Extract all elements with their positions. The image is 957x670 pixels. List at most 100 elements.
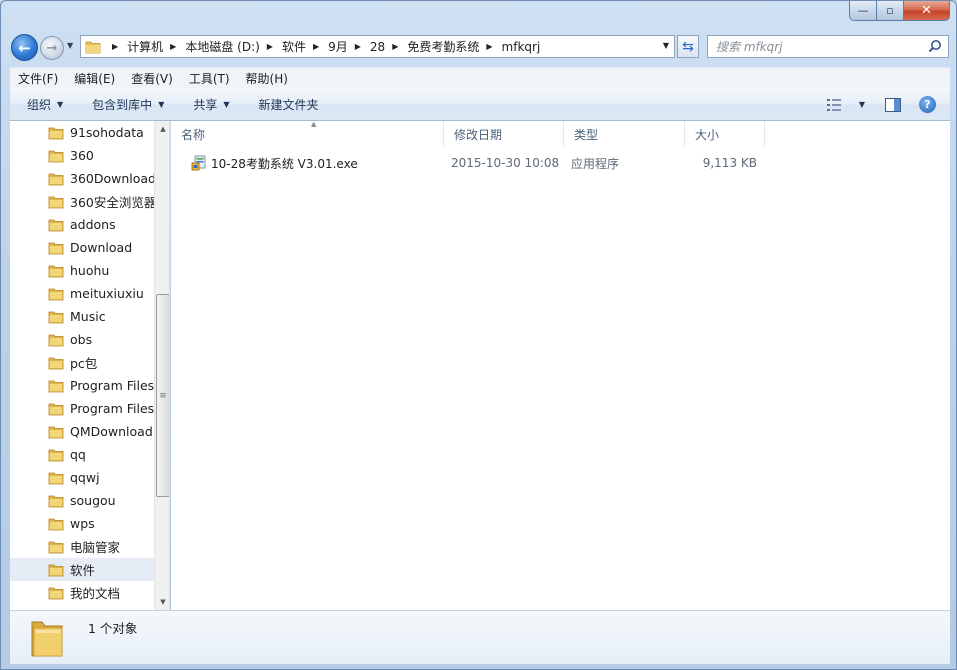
folder-icon <box>48 311 64 323</box>
minimize-button[interactable]: — <box>849 1 877 21</box>
scroll-down-arrow-icon[interactable]: ▼ <box>155 594 169 610</box>
column-header-size[interactable]: 大小 <box>685 121 765 147</box>
tree-folder-label: pc包 <box>70 356 98 371</box>
column-header-type-label: 类型 <box>574 127 599 142</box>
search-input[interactable]: 搜索 mfkqrj <box>707 35 949 58</box>
folder-icon <box>48 541 64 553</box>
menu-view[interactable]: 查看(V) <box>123 70 181 87</box>
item-count: 1 个对象 <box>88 621 138 636</box>
folder-icon <box>48 564 64 576</box>
menu-tools[interactable]: 工具(T) <box>181 70 238 87</box>
menu-bar: 文件(F) 编辑(E) 查看(V) 工具(T) 帮助(H) <box>10 67 950 88</box>
breadcrumb-28[interactable]: 28 <box>370 40 385 54</box>
breadcrumb-separator[interactable]: ▶ <box>170 42 176 51</box>
tree-folder-item[interactable]: Download <box>10 236 154 259</box>
breadcrumb-separator[interactable]: ▶ <box>313 42 319 51</box>
tree-folder-label: obs <box>70 332 93 347</box>
breadcrumb-software[interactable]: 软件 <box>282 38 306 55</box>
share-label: 共享 <box>193 97 218 112</box>
chevron-down-icon: ▼ <box>57 99 64 109</box>
breadcrumb-mfkqrj[interactable]: mfkqrj <box>502 40 541 54</box>
breadcrumb-computer[interactable]: 计算机 <box>127 38 163 55</box>
folder-icon <box>48 219 64 231</box>
tree-folder-item[interactable]: 360安全浏览器 <box>10 190 154 213</box>
view-dropdown-chevron-icon[interactable]: ▼ <box>859 100 865 109</box>
breadcrumb-separator[interactable]: ▶ <box>355 42 361 51</box>
menu-edit[interactable]: 编辑(E) <box>66 70 123 87</box>
menu-file[interactable]: 文件(F) <box>10 70 66 87</box>
tree-folder-item[interactable]: Program Files <box>10 397 154 420</box>
address-bar[interactable]: ▶ 计算机 ▶ 本地磁盘 (D:) ▶ 软件 ▶ 9月 ▶ 28 ▶ 免费考勤系… <box>80 35 675 58</box>
folder-icon <box>48 587 64 599</box>
tree-folder-item[interactable]: meituxiuxiu <box>10 282 154 305</box>
breadcrumb-separator[interactable]: ▶ <box>392 42 398 51</box>
scrollbar-thumb[interactable]: ≡ <box>156 294 169 497</box>
tree-folder-item[interactable]: 91sohodata <box>10 121 154 144</box>
close-button[interactable]: ✕ <box>904 1 950 21</box>
tree-folder-item[interactable]: huohu <box>10 259 154 282</box>
breadcrumb-september[interactable]: 9月 <box>328 38 348 55</box>
tree-folder-item[interactable]: 360Downloads <box>10 167 154 190</box>
column-header-type[interactable]: 类型 <box>564 121 685 147</box>
tree-folder-item[interactable]: Music <box>10 305 154 328</box>
breadcrumb-separator[interactable]: ▶ <box>112 42 118 51</box>
navigation-scrollbar[interactable]: ▲ ≡ ▼ <box>154 121 169 610</box>
maximize-button[interactable]: ▫ <box>877 1 904 21</box>
arrow-right-icon: → <box>46 40 58 56</box>
details-pane: 1 个对象 <box>10 610 950 664</box>
tree-folder-item[interactable]: 软件 <box>10 558 154 581</box>
scroll-up-arrow-icon[interactable]: ▲ <box>155 121 169 137</box>
column-header-size-label: 大小 <box>695 127 720 142</box>
refresh-button[interactable]: ⇆ <box>677 35 699 58</box>
refresh-icon: ⇆ <box>682 38 694 55</box>
breadcrumb-drive-d[interactable]: 本地磁盘 (D:) <box>185 38 259 55</box>
tree-folder-label: Program Files <box>70 378 154 393</box>
tree-folder-label: wps <box>70 516 95 531</box>
recent-pages-dropdown[interactable]: ▼ <box>67 41 73 50</box>
tree-folder-item[interactable]: QMDownload <box>10 420 154 443</box>
tree-folder-item[interactable]: qq <box>10 443 154 466</box>
tree-folder-item[interactable]: 360 <box>10 144 154 167</box>
tree-folder-label: 360 <box>70 148 94 163</box>
tree-folder-label: huohu <box>70 263 110 278</box>
breadcrumb-separator[interactable]: ▶ <box>486 42 492 51</box>
tree-folder-item[interactable]: wps <box>10 512 154 535</box>
column-header-modified-label: 修改日期 <box>454 127 503 142</box>
tree-folder-item[interactable]: sougou <box>10 489 154 512</box>
folder-icon <box>48 495 64 507</box>
breadcrumb-attendance-system[interactable]: 免费考勤系统 <box>407 38 479 55</box>
include-in-library-button[interactable]: 包含到库中 ▼ <box>75 96 176 113</box>
forward-button[interactable]: → <box>40 36 64 60</box>
file-row[interactable]: 10-28考勤系统 V3.01.exe 2015-10-30 10:08 应用程… <box>171 152 771 174</box>
tree-folder-item[interactable]: 电脑管家 <box>10 535 154 558</box>
help-icon[interactable]: ? <box>919 96 936 113</box>
tree-folder-label: 软件 <box>70 563 96 578</box>
include-in-library-label: 包含到库中 <box>92 97 153 112</box>
file-size: 9,113 KB <box>702 156 757 170</box>
menu-help[interactable]: 帮助(H) <box>238 70 296 87</box>
tree-folder-item[interactable]: obs <box>10 328 154 351</box>
chevron-down-icon: ▼ <box>223 99 230 109</box>
tree-folder-item[interactable]: addons <box>10 213 154 236</box>
folder-icon <box>48 196 64 208</box>
view-options-icon[interactable] <box>826 98 843 111</box>
navigation-pane: 91sohodata 360 360Downloads 360安全浏览器 addons D… <box>10 121 170 610</box>
tree-folder-item[interactable]: pc包 <box>10 351 154 374</box>
sort-ascending-icon: ▲ <box>311 120 317 128</box>
tree-folder-item[interactable]: Program Files <box>10 374 154 397</box>
back-button[interactable]: ← <box>11 34 38 61</box>
tree-folder-item[interactable]: 我的文档 <box>10 581 154 604</box>
new-folder-button[interactable]: 新建文件夹 <box>242 96 331 113</box>
organize-button[interactable]: 组织 ▼ <box>10 96 75 113</box>
file-list: ▲ 名称 修改日期 类型 大小 10-28考勤系统 V3.01.exe 2015… <box>171 120 950 610</box>
breadcrumb-separator[interactable]: ▶ <box>267 42 273 51</box>
preview-pane-icon[interactable] <box>885 97 901 112</box>
address-dropdown-button[interactable]: ▼ <box>663 41 669 50</box>
file-name-cell[interactable]: 10-28考勤系统 V3.01.exe <box>191 152 444 174</box>
share-button[interactable]: 共享 ▼ <box>176 96 241 113</box>
column-header-modified[interactable]: 修改日期 <box>444 121 564 147</box>
tree-folder-item[interactable]: qqwj <box>10 466 154 489</box>
search-icon[interactable] <box>928 39 942 53</box>
column-header-name[interactable]: ▲ 名称 <box>171 120 444 147</box>
folder-icon <box>48 426 64 438</box>
